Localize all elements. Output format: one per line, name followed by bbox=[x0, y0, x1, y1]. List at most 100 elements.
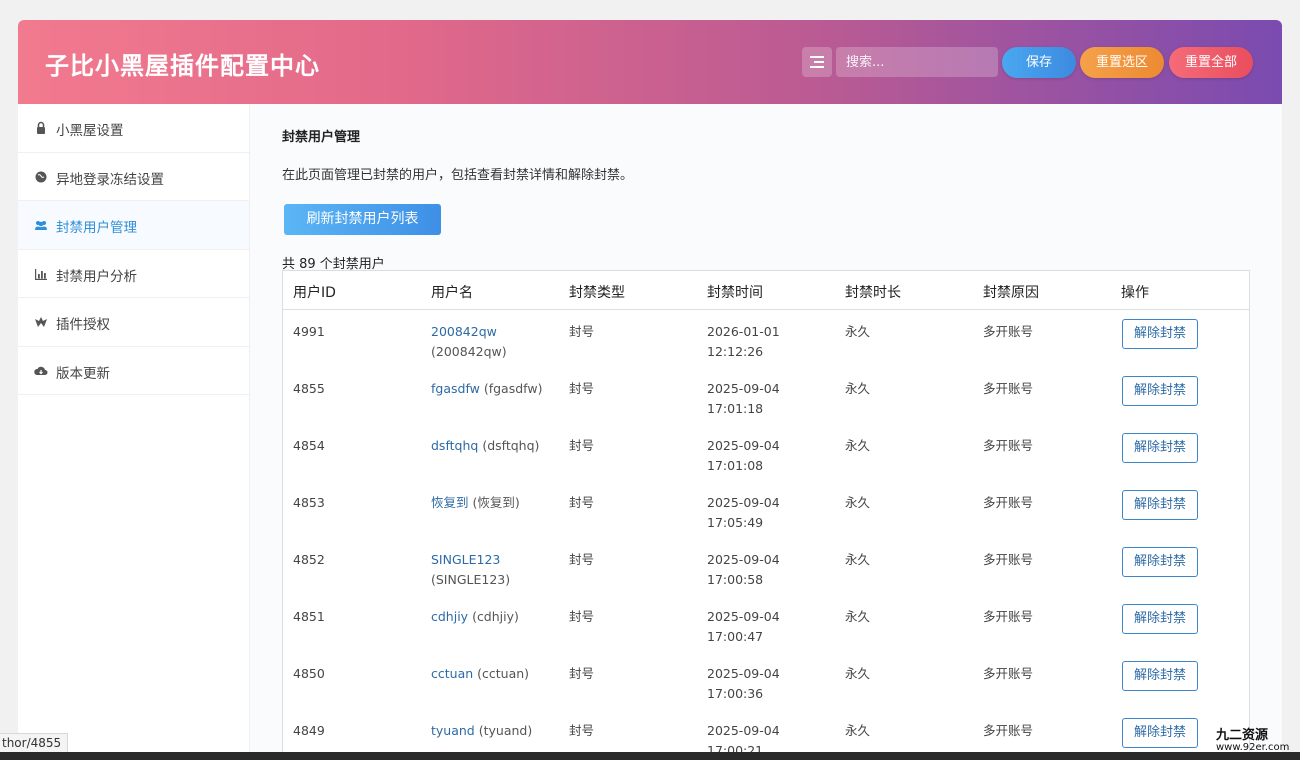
status-bar-url: thor/4855 bbox=[0, 733, 68, 753]
column-header: 封禁类型 bbox=[569, 285, 625, 301]
ban-clock: 17:05:49 bbox=[707, 515, 764, 530]
unban-button[interactable]: 解除封禁 bbox=[1122, 718, 1198, 748]
table-header: 用户ID 用户名 封禁类型 封禁时间 封禁时长 封禁原因 操作 bbox=[283, 271, 1249, 310]
cell-ban-type: 封号 bbox=[569, 723, 595, 738]
username-link[interactable]: cdhjiy bbox=[431, 609, 468, 624]
sidebar-item-plugin-license[interactable]: 插件授权 bbox=[18, 298, 249, 347]
cell-user-id: 4855 bbox=[293, 381, 325, 396]
table-row: 4852 SINGLE123 (SINGLE123) 封号 2025-09-04 17:… bbox=[283, 538, 1249, 595]
sidebar-item-remote-login-freeze[interactable]: 异地登录冻结设置 bbox=[18, 153, 249, 201]
cell-ban-type: 封号 bbox=[569, 552, 595, 567]
username-link[interactable]: tyuand bbox=[431, 723, 475, 738]
user-login: (tyuand) bbox=[478, 723, 533, 738]
table-row: 4851 cdhjiy (cdhjiy) 封号 2025-09-04 17:00:47 永… bbox=[283, 595, 1249, 652]
cell-username: cdhjiy (cdhjiy) bbox=[431, 607, 561, 627]
ban-date: 2025-09-04 bbox=[707, 495, 780, 510]
cell-ban-time: 2025-09-04 17:00:58 bbox=[707, 550, 780, 590]
cell-ban-reason: 多开账号 bbox=[983, 552, 1034, 567]
column-header: 封禁时长 bbox=[845, 285, 901, 301]
unban-button[interactable]: 解除封禁 bbox=[1122, 433, 1198, 463]
user-login: (dsftqhq) bbox=[482, 438, 540, 453]
menu-toggle-button[interactable] bbox=[802, 47, 832, 77]
cell-ban-type: 封号 bbox=[569, 666, 595, 681]
ban-date: 2025-09-04 bbox=[707, 666, 780, 681]
unban-button[interactable]: 解除封禁 bbox=[1122, 319, 1198, 349]
cell-user-id: 4852 bbox=[293, 552, 325, 567]
reset-section-button[interactable]: 重置选区 bbox=[1080, 47, 1164, 78]
header-bar: 子比小黑屋插件配置中心 保存 重置选区 重置全部 bbox=[18, 20, 1282, 104]
sidebar-item-label: 封禁用户分析 bbox=[56, 268, 137, 285]
cell-ban-time: 2026-01-01 12:12:26 bbox=[707, 322, 780, 362]
ban-clock: 17:00:47 bbox=[707, 629, 764, 644]
table-body: 4991 200842qw (200842qw) 封号 2026-01-01 12:12… bbox=[283, 310, 1249, 760]
sidebar: 小黑屋设置 异地登录冻结设置 封禁用户管理 封禁用户分析 插件授权 版本更新 bbox=[18, 104, 250, 760]
cell-ban-duration: 永久 bbox=[845, 438, 871, 453]
username-link[interactable]: 200842qw bbox=[431, 324, 497, 339]
ban-date: 2026-01-01 bbox=[707, 324, 780, 339]
cell-ban-duration: 永久 bbox=[845, 324, 871, 339]
cell-user-id: 4851 bbox=[293, 609, 325, 624]
ban-date: 2025-09-04 bbox=[707, 609, 780, 624]
cell-ban-time: 2025-09-04 17:00:36 bbox=[707, 664, 780, 704]
cell-username: 恢复到 (恢复到) bbox=[431, 493, 561, 513]
plugin-config-window: 子比小黑屋插件配置中心 保存 重置选区 重置全部 小黑屋设置 异地登 bbox=[18, 20, 1282, 760]
unban-button[interactable]: 解除封禁 bbox=[1122, 376, 1198, 406]
cell-user-id: 4849 bbox=[293, 723, 325, 738]
banned-users-table: 用户ID 用户名 封禁类型 封禁时间 封禁时长 封禁原因 操作 4991 2008… bbox=[282, 270, 1250, 760]
cell-user-id: 4991 bbox=[293, 324, 325, 339]
cell-username: SINGLE123 (SINGLE123) bbox=[431, 550, 561, 590]
globe-icon bbox=[35, 171, 47, 182]
cell-ban-duration: 永久 bbox=[845, 666, 871, 681]
cell-username: dsftqhq (dsftqhq) bbox=[431, 436, 561, 456]
table-row: 4855 fgasdfw (fgasdfw) 封号 2025-09-04 17:01:1… bbox=[283, 367, 1249, 424]
cell-ban-duration: 永久 bbox=[845, 381, 871, 396]
user-login: (fgasdfw) bbox=[483, 381, 543, 396]
cell-username: tyuand (tyuand) bbox=[431, 721, 561, 741]
unban-button[interactable]: 解除封禁 bbox=[1122, 490, 1198, 520]
cell-user-id: 4854 bbox=[293, 438, 325, 453]
cell-username: cctuan (cctuan) bbox=[431, 664, 561, 684]
ban-date: 2025-09-04 bbox=[707, 381, 780, 396]
bottom-bar bbox=[0, 752, 1300, 760]
reset-all-button[interactable]: 重置全部 bbox=[1169, 47, 1253, 78]
sidebar-item-label: 版本更新 bbox=[56, 365, 110, 382]
cell-ban-type: 封号 bbox=[569, 381, 595, 396]
cell-ban-reason: 多开账号 bbox=[983, 666, 1034, 681]
ban-date: 2025-09-04 bbox=[707, 438, 780, 453]
lock-icon bbox=[37, 121, 45, 134]
cell-ban-reason: 多开账号 bbox=[983, 609, 1034, 624]
username-link[interactable]: 恢复到 bbox=[431, 495, 469, 510]
unban-button[interactable]: 解除封禁 bbox=[1122, 661, 1198, 691]
sidebar-item-banned-users[interactable]: 封禁用户管理 bbox=[18, 201, 249, 250]
page-title: 子比小黑屋插件配置中心 bbox=[45, 52, 320, 80]
unban-button[interactable]: 解除封禁 bbox=[1122, 547, 1198, 577]
search-input[interactable] bbox=[836, 47, 998, 77]
username-link[interactable]: dsftqhq bbox=[431, 438, 478, 453]
sidebar-item-blackroom-settings[interactable]: 小黑屋设置 bbox=[18, 104, 249, 153]
cell-ban-reason: 多开账号 bbox=[983, 381, 1034, 396]
cell-ban-reason: 多开账号 bbox=[983, 495, 1034, 510]
sidebar-item-label: 小黑屋设置 bbox=[56, 123, 124, 139]
user-login: (SINGLE123) bbox=[431, 572, 511, 587]
username-link[interactable]: SINGLE123 bbox=[431, 552, 500, 567]
ban-date: 2025-09-04 bbox=[707, 723, 780, 738]
cell-ban-time: 2025-09-04 17:05:49 bbox=[707, 493, 780, 533]
cell-ban-type: 封号 bbox=[569, 324, 595, 339]
column-header: 封禁时间 bbox=[707, 285, 763, 301]
refresh-banned-list-button[interactable]: 刷新封禁用户列表 bbox=[284, 204, 441, 235]
cell-ban-reason: 多开账号 bbox=[983, 438, 1034, 453]
sidebar-item-version-update[interactable]: 版本更新 bbox=[18, 347, 249, 395]
user-login: (200842qw) bbox=[431, 344, 507, 359]
username-link[interactable]: fgasdfw bbox=[431, 381, 480, 396]
username-link[interactable]: cctuan bbox=[431, 666, 473, 681]
save-button[interactable]: 保存 bbox=[1002, 47, 1076, 78]
unban-button[interactable]: 解除封禁 bbox=[1122, 604, 1198, 634]
ban-clock: 17:01:08 bbox=[707, 458, 764, 473]
ban-clock: 12:12:26 bbox=[707, 344, 764, 359]
cell-ban-reason: 多开账号 bbox=[983, 723, 1034, 738]
column-header: 封禁原因 bbox=[983, 285, 1039, 301]
sidebar-item-banned-analysis[interactable]: 封禁用户分析 bbox=[18, 250, 249, 298]
section-description: 在此页面管理已封禁的用户，包括查看封禁详情和解除封禁。 bbox=[282, 168, 634, 183]
cell-user-id: 4850 bbox=[293, 666, 325, 681]
user-login: (恢复到) bbox=[472, 495, 520, 510]
